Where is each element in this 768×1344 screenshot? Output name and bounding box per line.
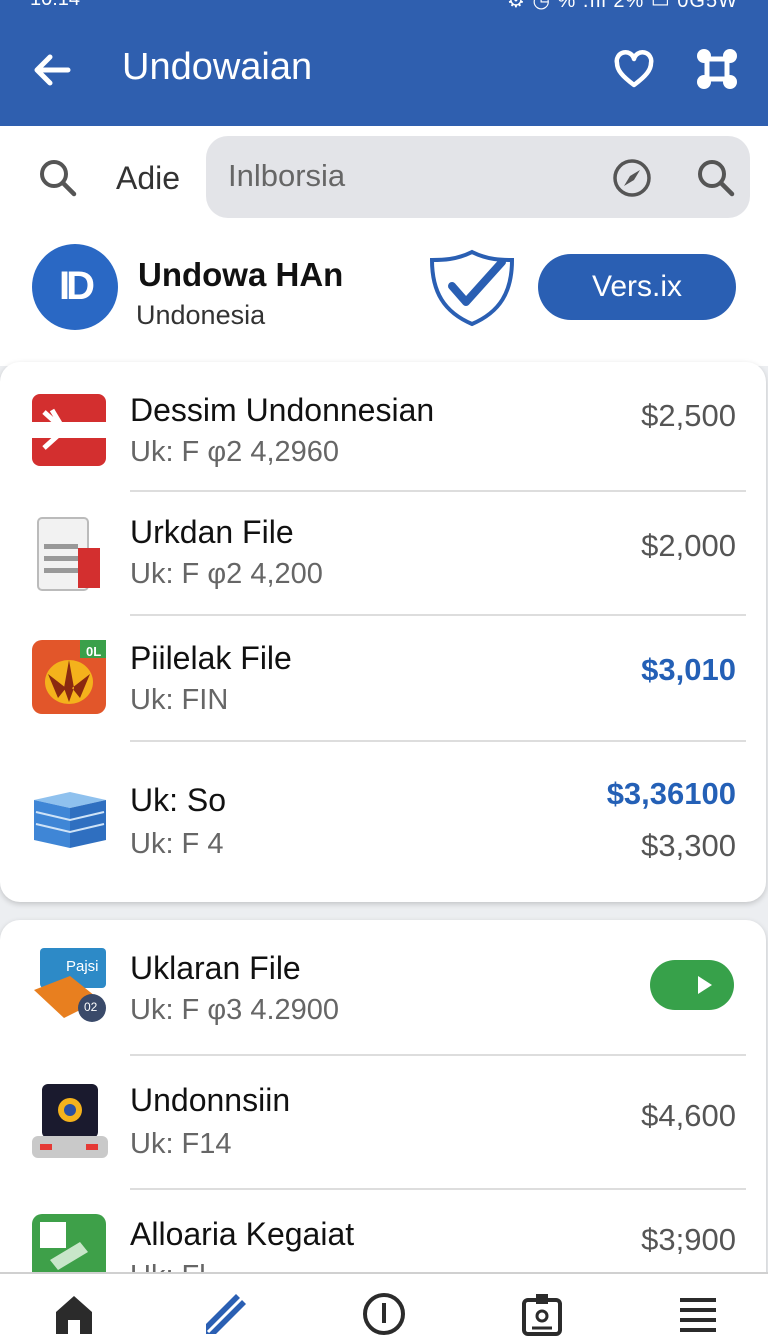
item-title: Urkdan File: [130, 514, 294, 550]
document-icon: [37, 517, 100, 591]
item-title: Piilelak File: [130, 640, 292, 676]
list-item[interactable]: 0L Piilelak File Uk: FIN $3,010: [0, 616, 766, 742]
item-title: Alloaria Kegaiat: [130, 1216, 355, 1252]
list-item[interactable]: Alloaria Kegaiat Uk: Fl $3;900: [0, 1190, 766, 1292]
search-icon[interactable]: [36, 156, 80, 200]
list-item[interactable]: Pajsi 02 Uklaran File Uk: F φ3 4.2900: [0, 920, 766, 1056]
item-subtitle: Uk: F 4: [130, 828, 224, 860]
item-price: $4,600: [641, 1098, 736, 1133]
file-list-card: Pajsi 02 Uklaran File Uk: F φ3 4.2900 Un…: [0, 920, 766, 1292]
list-item[interactable]: Undonnsiin Uk: F14 $4,600: [0, 1056, 766, 1190]
compass-icon[interactable]: [610, 156, 654, 200]
profile-subtitle: Undonesia: [136, 300, 266, 330]
item-subtitle: Uk: F φ2 4,2960: [130, 436, 340, 468]
app-bar: 10:14 ⚙ ◷ % .ıll 2% ▭ 0G5W Undowaian: [0, 0, 768, 126]
icon-badge: 0L: [86, 644, 102, 659]
grid-nodes-icon[interactable]: [694, 46, 740, 92]
verify-button[interactable]: Vers.ix: [538, 254, 736, 320]
item-title: Uklaran File: [130, 950, 301, 986]
profile-header: ID Undowa HAn Undonesia Vers.ix: [0, 236, 768, 366]
item-title: Dessim Undonnesian: [130, 392, 435, 428]
bottom-navigation: [0, 1272, 768, 1344]
profile-name: Undowa HAn: [138, 256, 344, 293]
search-input[interactable]: [228, 154, 608, 198]
list-item[interactable]: Uk: So Uk: F 4 $3,36100 $3,300: [0, 742, 766, 902]
play-button[interactable]: [650, 960, 734, 1010]
search-label: Adie: [116, 160, 181, 196]
list-item[interactable]: Urkdan File Uk: F φ2 4,200 $2,000: [0, 492, 766, 616]
status-indicators: ⚙ ◷ % .ıll 2% ▭ 0G5W: [507, 0, 738, 12]
item-price: $2,000: [641, 528, 736, 563]
edit-icon[interactable]: [202, 1290, 250, 1338]
item-subtitle: Uk: F φ3 4.2900: [130, 994, 340, 1026]
item-price: $2,500: [641, 398, 736, 433]
avatar: ID: [32, 244, 118, 330]
menu-icon[interactable]: [674, 1290, 722, 1338]
icon-badge: Pajsi: [66, 958, 99, 975]
home-icon[interactable]: [50, 1290, 98, 1338]
heart-icon[interactable]: [612, 48, 656, 92]
play-icon: [698, 976, 712, 994]
item-price: $3,010: [641, 652, 736, 687]
item-title: Uk: So: [130, 782, 227, 818]
item-subtitle: Uk: FIN: [130, 684, 229, 716]
stacked-folders-icon: [34, 792, 106, 848]
search-icon[interactable]: [694, 156, 738, 200]
item-subtitle: Uk: F φ2 4,200: [130, 558, 323, 590]
page-title: Undowaian: [122, 46, 313, 88]
verified-shield-icon: [429, 249, 515, 327]
device-app-icon: [32, 1084, 108, 1158]
back-arrow-icon[interactable]: [30, 48, 74, 92]
icon-badge-count: 02: [84, 1000, 98, 1014]
item-price-highlight: $3,36100: [606, 776, 736, 811]
info-icon[interactable]: [360, 1290, 408, 1338]
item-title: Undonnsiin: [130, 1082, 291, 1118]
item-price: $3;900: [641, 1222, 736, 1257]
file-list-card: Dessim Undonnesian Uk: F φ2 4,2960 $2,50…: [0, 362, 766, 902]
status-time: 10:14: [30, 0, 80, 11]
status-bar: 10:14 ⚙ ◷ % .ıll 2% ▭ 0G5W: [0, 0, 768, 12]
search-row: Adie: [0, 126, 768, 236]
item-subtitle: Uk: F14: [130, 1128, 232, 1160]
badge-icon[interactable]: [518, 1290, 566, 1338]
list-item[interactable]: Dessim Undonnesian Uk: F φ2 4,2960 $2,50…: [0, 362, 766, 492]
search-box[interactable]: [206, 136, 750, 218]
flag-icon: [32, 394, 106, 466]
item-price: $3,300: [641, 828, 736, 863]
